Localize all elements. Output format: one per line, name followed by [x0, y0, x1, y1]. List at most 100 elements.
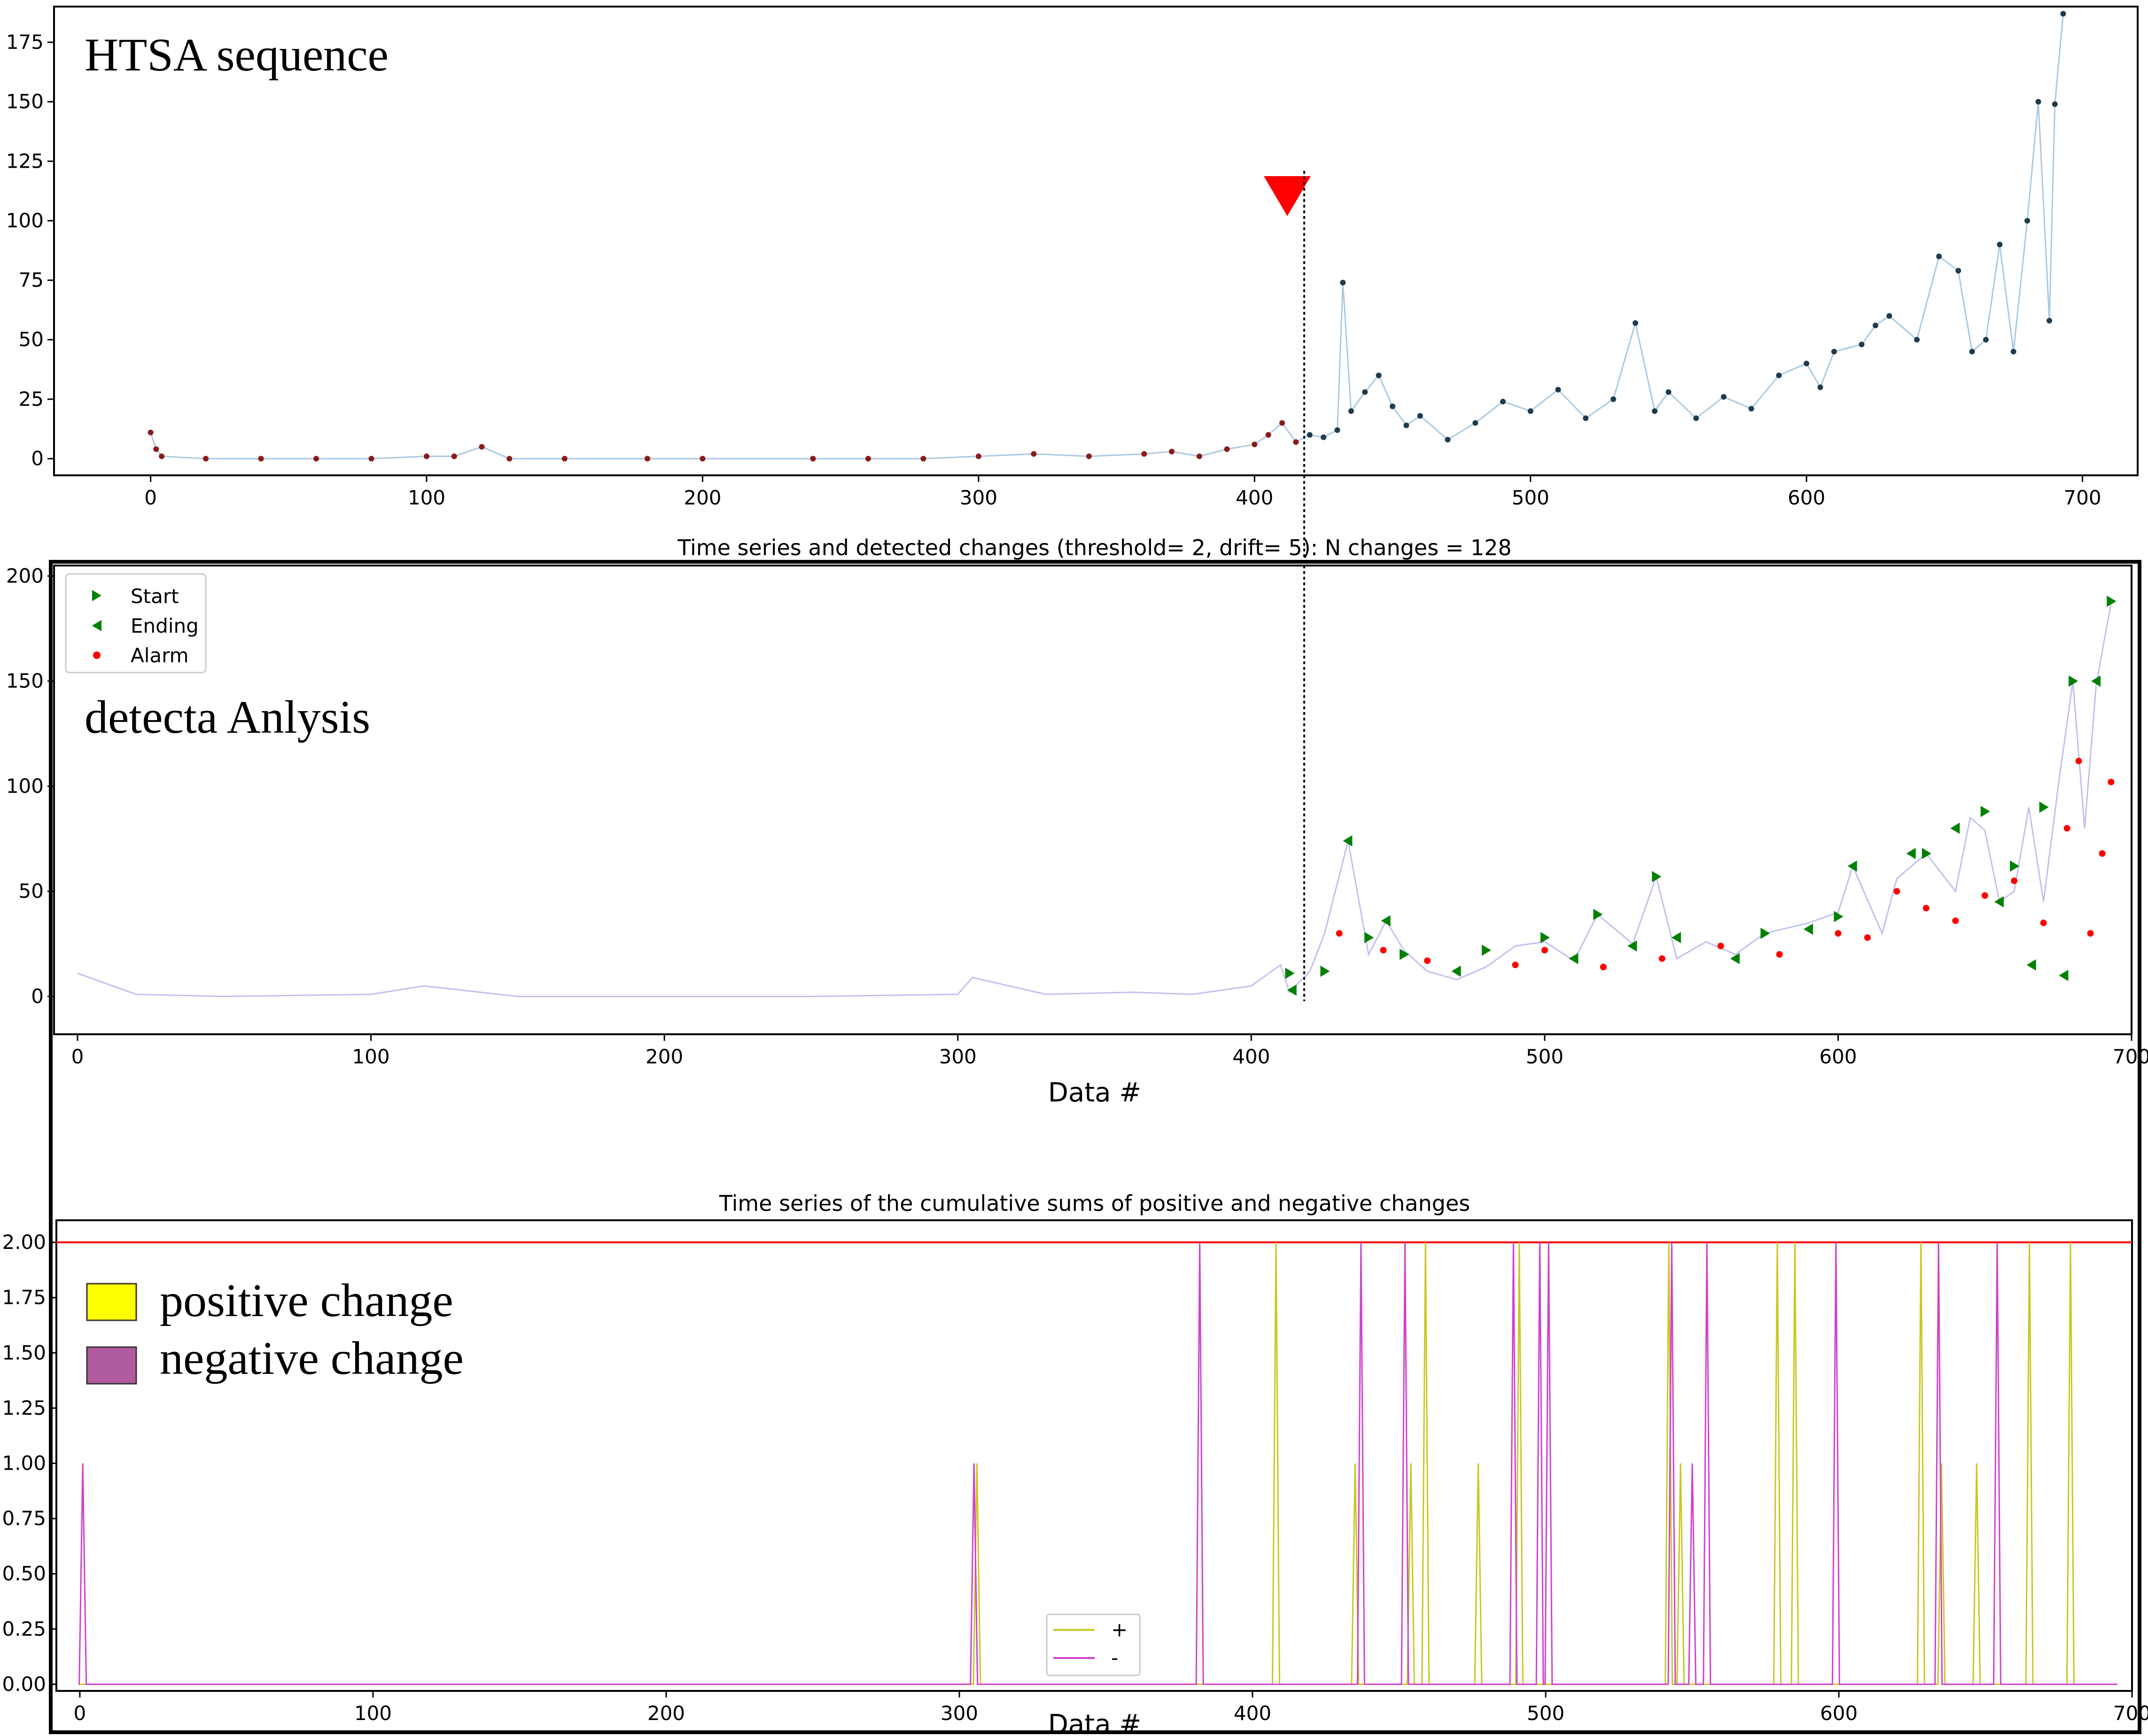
- htsa-point: [506, 456, 513, 462]
- legend-ending-label: Ending: [131, 614, 199, 637]
- htsa-point: [865, 456, 871, 462]
- top-xtick-label: 100: [408, 486, 445, 509]
- alarm-marker: [1835, 930, 1842, 937]
- bot-ytick-label: 0.25: [2, 1617, 46, 1640]
- positive-change-label: positive change: [160, 1274, 453, 1326]
- bot-xtick-label: 100: [354, 1702, 392, 1725]
- mid-xtick-label: 100: [352, 1045, 389, 1068]
- top-ytick-label: 150: [6, 90, 44, 113]
- htsa-point: [1340, 279, 1346, 286]
- mid-ytick-label: 200: [6, 564, 44, 587]
- htsa-point: [1293, 439, 1299, 445]
- htsa-point: [1983, 337, 1989, 343]
- htsa-point: [1804, 360, 1810, 366]
- cusum-chart-title: Time series of the cumulative sums of po…: [719, 1191, 1470, 1216]
- alarm-marker: [2099, 850, 2106, 857]
- detecta-legend: Start Ending Alarm: [65, 573, 207, 674]
- mid-ytick-label: 50: [19, 880, 44, 903]
- htsa-point: [1348, 408, 1354, 414]
- top-xtick-label: 300: [960, 486, 997, 509]
- bot-xtick-label: 0: [74, 1702, 86, 1725]
- top-ytick-label: 75: [19, 269, 44, 292]
- htsa-point: [1936, 253, 1942, 259]
- htsa-point: [1252, 442, 1258, 448]
- legend-alarm-marker: [93, 651, 101, 659]
- detecta-plot-frame: [53, 565, 2132, 1035]
- figure: 0255075100125150175 0 100 200 300 400 500 600 7…: [0, 0, 2148, 1736]
- htsa-point: [1224, 446, 1230, 452]
- htsa-point: [1748, 406, 1754, 412]
- detecta-x-axis-label: Data #: [1048, 1077, 1141, 1108]
- cusum-legend: + -: [1046, 1613, 1141, 1676]
- htsa-point: [159, 453, 165, 459]
- top-xtick-label: 0: [144, 486, 157, 509]
- htsa-point: [1279, 420, 1285, 426]
- htsa-point: [561, 456, 568, 462]
- bot-xtick-label: 400: [1234, 1702, 1271, 1725]
- htsa-point: [479, 444, 485, 450]
- alarm-marker: [1512, 961, 1519, 969]
- bot-ytick-label: 1.00: [2, 1451, 46, 1474]
- cusum-panel: Time series of the cumulative sums of po…: [2, 1191, 2148, 1736]
- htsa-point: [451, 453, 457, 459]
- htsa-point: [1914, 337, 1920, 343]
- htsa-point: [1872, 322, 1878, 328]
- bot-ytick-label: 1.75: [2, 1286, 46, 1309]
- mid-xtick-label: 700: [2113, 1045, 2148, 1068]
- alarm-marker: [2087, 930, 2094, 937]
- htsa-point: [1665, 389, 1672, 395]
- htsa-point: [920, 456, 926, 462]
- alarm-marker: [1922, 905, 1930, 912]
- detecta-chart-title: Time series and detected changes (thresh…: [677, 535, 1511, 560]
- htsa-point: [1086, 453, 1092, 459]
- bot-ytick-label: 0.75: [2, 1507, 46, 1530]
- htsa-point: [1321, 434, 1327, 440]
- htsa-point: [2035, 99, 2041, 105]
- bot-ytick-label: 1.25: [2, 1396, 46, 1419]
- htsa-point: [700, 456, 706, 462]
- top-ytick-label: 50: [19, 328, 44, 351]
- alarm-marker: [2063, 825, 2070, 832]
- htsa-point: [424, 453, 430, 459]
- htsa-point: [1307, 432, 1313, 438]
- htsa-point: [1031, 451, 1037, 457]
- htsa-point: [153, 446, 159, 452]
- alarm-marker: [1864, 934, 1871, 941]
- htsa-point: [1831, 349, 1837, 355]
- htsa-point: [2024, 217, 2031, 224]
- negative-change-label: negative change: [160, 1332, 464, 1384]
- htsa-point: [2060, 11, 2066, 17]
- alarm-marker: [1981, 892, 1988, 899]
- htsa-point: [975, 453, 981, 459]
- bot-xtick-label: 300: [941, 1702, 978, 1725]
- positive-change-swatch: [86, 1283, 137, 1321]
- mid-xtick-label: 400: [1232, 1045, 1270, 1068]
- mid-xtick-label: 200: [646, 1045, 683, 1068]
- htsa-point: [1693, 415, 1699, 421]
- mid-xtick-label: 0: [71, 1045, 84, 1068]
- bot-ytick-label: 0.50: [2, 1562, 46, 1585]
- alarm-marker: [1776, 951, 1783, 958]
- htsa-point: [2052, 101, 2058, 107]
- htsa-panel: 0 25 50 75 100 125 150 175 0 100 200 300 400 500 600 7…: [6, 6, 2139, 509]
- htsa-point: [2047, 318, 2053, 324]
- htsa-point: [1886, 313, 1892, 319]
- legend-negative-label: -: [1111, 1646, 1118, 1669]
- htsa-point: [1652, 408, 1658, 414]
- htsa-point: [1500, 398, 1506, 404]
- top-ytick-label: 175: [6, 31, 44, 54]
- htsa-point: [1720, 394, 1727, 400]
- top-xtick-label: 400: [1236, 486, 1273, 509]
- htsa-point: [1583, 415, 1589, 421]
- top-xtick-label: 200: [684, 486, 721, 509]
- top-ytick-label: 25: [19, 388, 44, 411]
- htsa-point: [644, 456, 650, 462]
- htsa-point: [1445, 437, 1451, 443]
- legend-alarm-label: Alarm: [131, 644, 189, 667]
- htsa-point: [1389, 403, 1395, 410]
- alarm-marker: [1380, 946, 1387, 953]
- cusum-x-axis-label: Data #: [1048, 1709, 1141, 1736]
- htsa-point: [1362, 389, 1368, 395]
- htsa-point: [810, 456, 816, 462]
- legend-positive-label: +: [1111, 1618, 1128, 1641]
